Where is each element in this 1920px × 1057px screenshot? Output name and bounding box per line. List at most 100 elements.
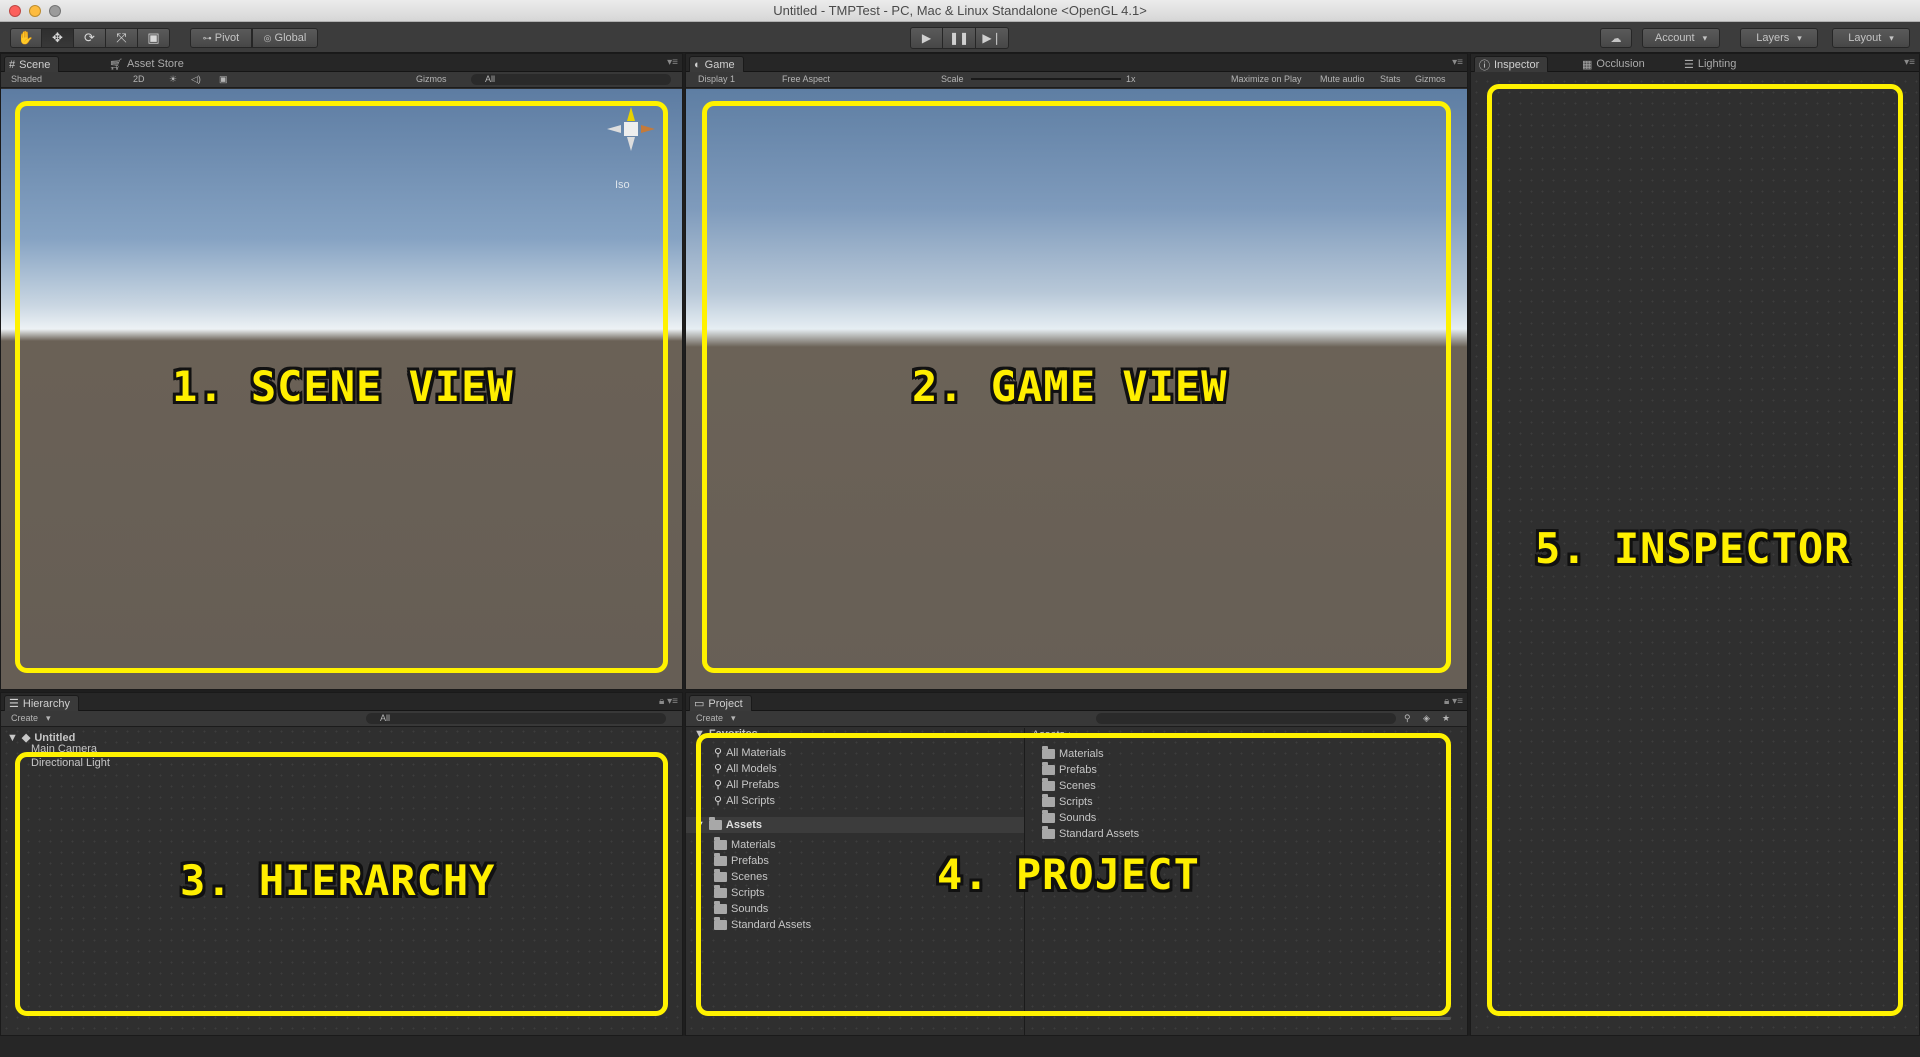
tab-hierarchy-label: Hierarchy <box>22 697 70 710</box>
project-toolbar: Create ⚲ ◈ ★ <box>686 711 1467 727</box>
panel-menu-icon[interactable]: ▾≡ <box>667 57 678 68</box>
main-toolbar: ✋ ✥ ⟳ ⤧ ▣ ⊶ Pivot ◎ Global ▶ ❚❚ ▶❘ ☁ Acc… <box>0 22 1920 53</box>
tab-lighting-label: Lighting <box>1697 58 1737 70</box>
info-icon: ⓘ <box>1479 59 1490 72</box>
layers-dropdown[interactable]: Layers <box>1740 28 1818 48</box>
scene-view-caption: 1. SCENE VIEW <box>172 362 514 411</box>
window-title: Untitled - TMPTest - PC, Mac & Linux Sta… <box>773 3 1147 18</box>
tab-lighting[interactable]: ☰ Lighting <box>1680 56 1744 72</box>
lighting-icon: ☰ <box>1684 58 1694 71</box>
hierarchy-toolbar: Create All <box>1 711 682 727</box>
cloud-icon: ☁ <box>1610 32 1622 45</box>
game-tabbar: ◐ Game ▾≡ <box>686 54 1467 72</box>
global-toggle[interactable]: ◎ Global <box>252 28 318 48</box>
project-search-input[interactable] <box>1096 713 1396 724</box>
title-bar: Untitled - TMPTest - PC, Mac & Linux Sta… <box>0 0 1920 22</box>
store-icon: 🛒︎ <box>109 58 123 71</box>
panel-menu-icon[interactable]: 🔒︎ ▾≡ <box>659 696 678 707</box>
shading-dropdown[interactable]: Shaded <box>11 74 42 84</box>
tab-hierarchy[interactable]: ☰ Hierarchy <box>4 695 79 711</box>
list-icon: ☰ <box>9 698 19 710</box>
gizmos-dropdown[interactable]: Gizmos <box>416 74 447 84</box>
layers-label: Layers <box>1756 32 1790 44</box>
move-tool-icon[interactable]: ✥ <box>42 28 74 48</box>
audio-toggle-icon[interactable]: ◁) <box>191 74 201 85</box>
layout-label: Layout <box>1848 32 1882 44</box>
pivot-label: Pivot <box>214 32 240 44</box>
project-folder-icon: ▭ <box>694 698 705 710</box>
hand-tool-icon[interactable]: ✋ <box>10 28 42 48</box>
hierarchy-search-input[interactable]: All <box>366 713 666 724</box>
scene-tabbar: # Scene 🛒︎ Asset Store ▾≡ <box>1 54 682 72</box>
tab-occlusion-label: Occlusion <box>1596 58 1645 70</box>
filter-label-icon[interactable]: ◈ <box>1423 713 1430 724</box>
grid-icon: # <box>9 58 16 71</box>
unity-scene-icon: ◆ <box>21 732 31 744</box>
project-caption: 4. PROJECT <box>937 850 1200 899</box>
icon-size-slider[interactable] <box>1391 1017 1451 1020</box>
panel-menu-icon[interactable]: ▾≡ <box>1452 57 1463 68</box>
display-dropdown[interactable]: Display 1 <box>698 74 735 84</box>
tab-game[interactable]: ◐ Game <box>689 56 744 72</box>
aspect-dropdown[interactable]: Free Aspect <box>782 74 830 84</box>
pause-icon: ❚❚ <box>948 31 970 45</box>
pause-button[interactable]: ❚❚ <box>943 27 976 49</box>
status-bar <box>0 1036 1920 1057</box>
mute-audio-toggle[interactable]: Mute audio <box>1320 74 1365 84</box>
account-label: Account <box>1654 32 1695 44</box>
layout-dropdown[interactable]: Layout <box>1832 28 1910 48</box>
pivot-icon: ⊶ <box>202 32 212 43</box>
play-icon: ▶ <box>921 31 932 45</box>
filter-type-icon[interactable]: ⚲ <box>1404 713 1411 724</box>
tab-occlusion[interactable]: ▦ Occlusion <box>1578 56 1653 72</box>
transform-tools: ✋ ✥ ⟳ ⤧ ▣ <box>10 28 170 48</box>
inspector-tabbar: ⓘ Inspector ▦ Occlusion ☰ Lighting ▾≡ <box>1471 54 1919 72</box>
account-dropdown[interactable]: Account <box>1642 28 1720 48</box>
scale-tool-icon[interactable]: ⤧ <box>106 28 138 48</box>
panel-menu-icon[interactable]: 🔒︎ ▾≡ <box>1444 696 1463 707</box>
occlusion-icon: ▦ <box>1582 58 1593 71</box>
inspector-caption: 5. INSPECTOR <box>1535 524 1851 573</box>
game-gizmos-dropdown[interactable]: Gizmos <box>1415 74 1446 84</box>
tab-project-label: Project <box>708 697 743 710</box>
global-label: Global <box>274 32 307 44</box>
hierarchy-caption: 3. HIERARCHY <box>180 856 496 905</box>
scale-slider[interactable] <box>971 78 1121 80</box>
effects-toggle-icon[interactable]: ▣ <box>219 74 228 85</box>
tab-asset-store-label: Asset Store <box>126 58 184 70</box>
rect-tool-icon[interactable]: ▣ <box>138 28 170 48</box>
tab-game-label: Game <box>704 58 735 71</box>
step-icon: ▶❘ <box>982 31 1002 45</box>
favorite-star-icon[interactable]: ★ <box>1442 713 1450 724</box>
hierarchy-create-dropdown[interactable]: Create <box>11 713 51 724</box>
cloud-button[interactable]: ☁ <box>1600 28 1632 48</box>
tab-inspector[interactable]: ⓘ Inspector <box>1474 56 1549 72</box>
tab-scene[interactable]: # Scene <box>4 56 60 72</box>
tab-asset-store[interactable]: 🛒︎ Asset Store <box>105 56 192 72</box>
panel-menu-icon[interactable]: ▾≡ <box>1904 57 1915 68</box>
playback-controls: ▶ ❚❚ ▶❘ <box>910 27 1009 49</box>
expand-arrow-icon[interactable]: ▼ <box>7 732 18 744</box>
project-tabbar: ▭ Project 🔒︎ ▾≡ <box>686 693 1467 711</box>
stats-toggle[interactable]: Stats <box>1380 74 1401 84</box>
scene-name: Untitled <box>34 731 76 744</box>
pivot-toggle[interactable]: ⊶ Pivot <box>190 28 252 48</box>
step-button[interactable]: ▶❘ <box>976 27 1009 49</box>
global-icon: ◎ <box>263 32 272 43</box>
game-view-caption: 2. GAME VIEW <box>912 362 1228 411</box>
tab-scene-label: Scene <box>19 58 51 71</box>
game-icon: ◐ <box>694 58 701 71</box>
tab-project[interactable]: ▭ Project <box>689 695 752 711</box>
rotate-tool-icon[interactable]: ⟳ <box>74 28 106 48</box>
game-toolbar: Display 1 Free Aspect Scale 1x Maximize … <box>686 72 1467 88</box>
play-button[interactable]: ▶ <box>910 27 943 49</box>
maximize-on-play-toggle[interactable]: Maximize on Play <box>1231 74 1302 84</box>
hierarchy-tabbar: ☰ Hierarchy 🔒︎ ▾≡ <box>1 693 682 711</box>
scene-toolbar: Shaded 2D ☀ ◁) ▣ Gizmos All <box>1 72 682 88</box>
tab-inspector-label: Inspector <box>1494 58 1540 71</box>
lighting-toggle-icon[interactable]: ☀ <box>169 74 177 85</box>
project-create-dropdown[interactable]: Create <box>696 713 736 724</box>
scene-search-input[interactable]: All <box>471 74 671 85</box>
mode-2d-toggle[interactable]: 2D <box>133 74 145 84</box>
scale-value: 1x <box>1126 74 1136 84</box>
